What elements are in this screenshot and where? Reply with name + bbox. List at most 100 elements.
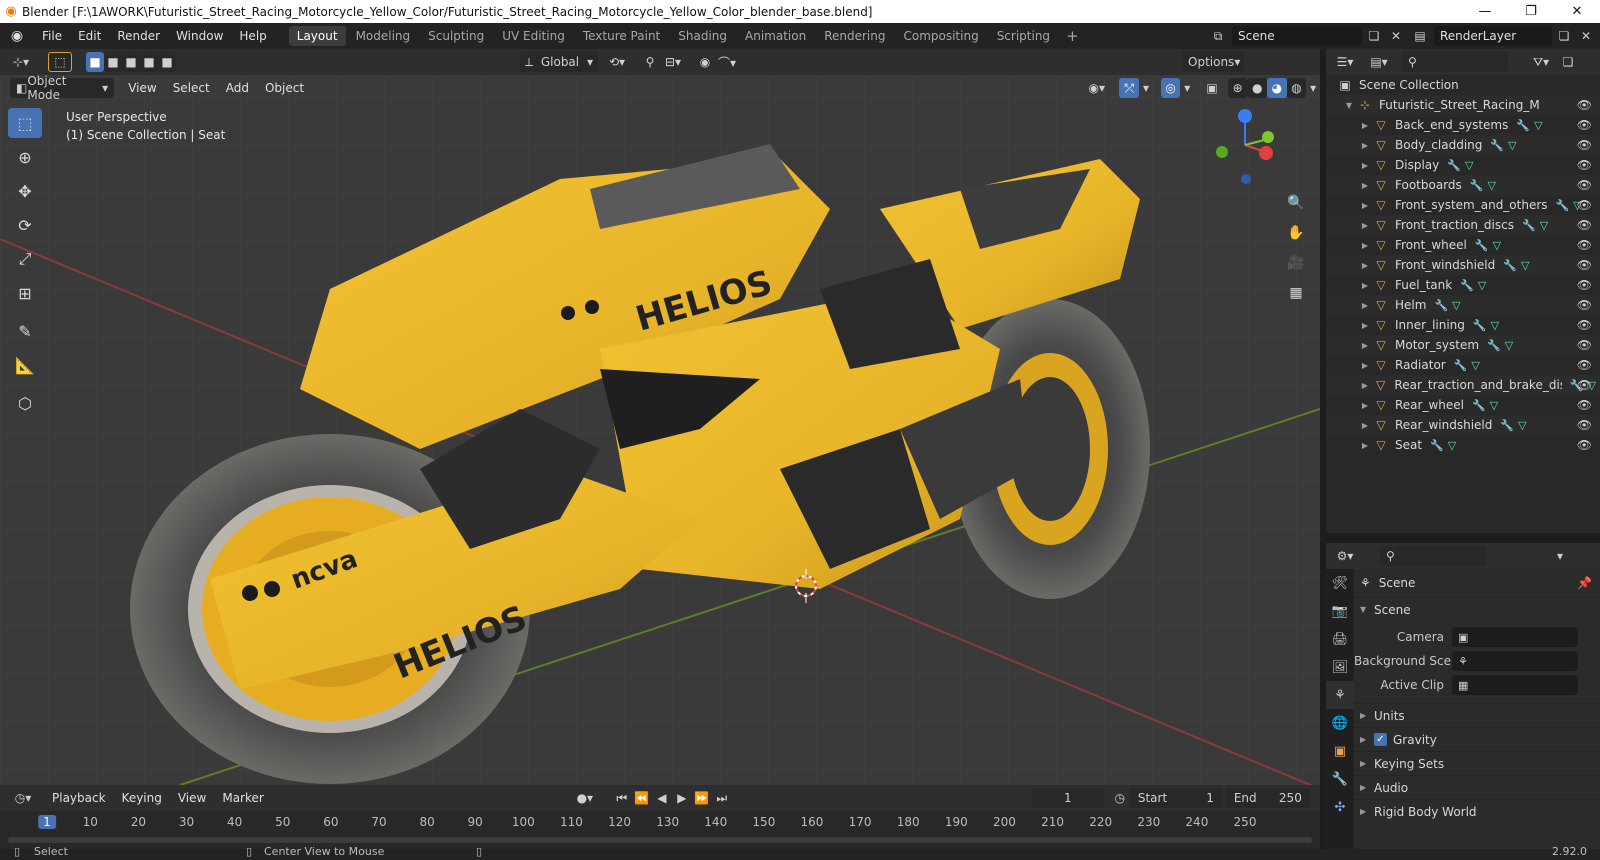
snap-target-icon[interactable]: ⊟▾ xyxy=(662,52,684,72)
cursor-tool-icon[interactable]: ⊕ xyxy=(8,142,42,172)
shading-material-icon[interactable]: ◕ xyxy=(1267,78,1287,98)
outliner-object-row[interactable]: ▶ ▽ Fuel_tank 🔧▽ 👁 xyxy=(1326,275,1600,295)
modifier-tab-icon[interactable]: 🔧 xyxy=(1326,765,1354,793)
modifier-icon[interactable]: 🔧▽ xyxy=(1522,219,1552,232)
tab-rendering[interactable]: Rendering xyxy=(816,26,893,46)
modifier-icon[interactable]: 🔧▽ xyxy=(1503,259,1533,272)
collapsed-arrow-icon[interactable]: ▶ xyxy=(1360,161,1370,170)
mode-dropdown[interactable]: ◧ Object Mode ▾ xyxy=(10,74,115,102)
transform-tool-icon[interactable]: ⊞ xyxy=(8,278,42,308)
shading-rendered-icon[interactable]: ◍ xyxy=(1286,78,1307,98)
visibility-eye-icon[interactable]: 👁 xyxy=(1577,338,1592,352)
view-layer-tab-icon[interactable]: 🖼 xyxy=(1326,653,1354,681)
expand-arrow-icon[interactable]: ▼ xyxy=(1344,101,1354,110)
remove-scene-icon[interactable]: ✕ xyxy=(1386,26,1406,46)
gizmo-toggle-icon[interactable]: ⤱ xyxy=(1119,78,1140,98)
view-layer-field[interactable]: RenderLayer xyxy=(1434,26,1552,46)
keying-sets-panel[interactable]: ▶ Keying Sets xyxy=(1354,751,1600,775)
current-frame-marker[interactable]: 1 xyxy=(38,815,56,829)
collapsed-arrow-icon[interactable]: ▶ xyxy=(1360,141,1370,150)
scale-tool-icon[interactable]: ⤢ xyxy=(8,244,42,274)
select-box-tool-icon[interactable]: ⬚ xyxy=(8,108,42,138)
menu-edit[interactable]: Edit xyxy=(70,23,109,49)
properties-editor-type-icon[interactable]: ⚙▾ xyxy=(1330,546,1360,566)
visibility-eye-icon[interactable]: 👁 xyxy=(1577,438,1592,452)
menu-window[interactable]: Window xyxy=(168,23,231,49)
modifier-icon[interactable]: 🔧▽ xyxy=(1434,299,1464,312)
tab-sculpting[interactable]: Sculpting xyxy=(420,26,492,46)
jump-keyframe-forward-icon[interactable]: ⏩ xyxy=(692,788,712,808)
new-scene-icon[interactable]: ❏ xyxy=(1364,26,1384,46)
select-tool-icon[interactable]: ⬚ xyxy=(48,52,72,72)
mesh-data-icon[interactable]: ▽ xyxy=(1465,159,1477,172)
rigid-body-world-panel[interactable]: ▶ Rigid Body World xyxy=(1354,799,1600,823)
mesh-data-icon[interactable]: ▽ xyxy=(1518,419,1530,432)
mesh-data-icon[interactable]: ▽ xyxy=(1493,239,1505,252)
mesh-data-icon[interactable]: ▽ xyxy=(1491,319,1503,332)
outliner-object-row[interactable]: ▶ ▽ Motor_system 🔧▽ 👁 xyxy=(1326,335,1600,355)
object-tab-icon[interactable]: ▣ xyxy=(1326,737,1354,765)
visibility-eye-icon[interactable]: 👁 xyxy=(1577,158,1592,172)
visibility-eye-icon[interactable]: 👁 xyxy=(1577,418,1592,432)
gravity-checkbox[interactable]: ✓ xyxy=(1374,733,1387,746)
pivot-point-icon[interactable]: ⟲▾ xyxy=(604,52,630,72)
pin-icon[interactable]: 📌 xyxy=(1577,576,1592,590)
menu-render[interactable]: Render xyxy=(109,23,168,49)
collection-row[interactable]: ▼ ⊹ Futuristic_Street_Racing_Motorcy 👁 xyxy=(1326,95,1600,115)
timeline-menu-marker[interactable]: Marker xyxy=(214,785,271,811)
collapsed-arrow-icon[interactable]: ▶ xyxy=(1360,201,1370,210)
scene-name-field[interactable]: Scene xyxy=(1232,26,1362,46)
mesh-data-icon[interactable]: ▽ xyxy=(1540,219,1552,232)
timeline-menu-keying[interactable]: Keying xyxy=(114,785,170,811)
outliner-editor-type-icon[interactable]: ☰▾ xyxy=(1330,52,1360,72)
jump-to-start-icon[interactable]: ⏮ xyxy=(612,788,632,808)
visibility-eye-icon[interactable]: 👁 xyxy=(1577,98,1592,112)
maximize-button[interactable]: ❐ xyxy=(1508,0,1554,23)
collapsed-arrow-icon[interactable]: ▶ xyxy=(1360,221,1370,230)
move-tool-icon[interactable]: ✥ xyxy=(8,176,42,206)
shading-solid-icon[interactable]: ● xyxy=(1247,78,1268,98)
collapsed-arrow-icon[interactable]: ▶ xyxy=(1360,301,1370,310)
collapsed-arrow-icon[interactable]: ▶ xyxy=(1360,121,1370,130)
shading-wireframe-icon[interactable]: ⊕ xyxy=(1227,78,1248,98)
render-tab-icon[interactable]: 📷 xyxy=(1326,597,1354,625)
outliner-object-row[interactable]: ▶ ▽ Front_system_and_others 🔧▽ 👁 xyxy=(1326,195,1600,215)
collapsed-arrow-icon[interactable]: ▶ xyxy=(1360,401,1370,410)
outliner-object-row[interactable]: ▶ ▽ Front_traction_discs 🔧▽ 👁 xyxy=(1326,215,1600,235)
visibility-eye-icon[interactable]: 👁 xyxy=(1577,138,1592,152)
gizmo-dropdown-icon[interactable]: ▾ xyxy=(1139,78,1153,98)
visibility-eye-icon[interactable]: 👁 xyxy=(1577,378,1592,392)
minimize-button[interactable]: — xyxy=(1462,0,1508,23)
outliner-object-row[interactable]: ▶ ▽ Display 🔧▽ 👁 xyxy=(1326,155,1600,175)
proportional-edit-icon[interactable]: ◉ xyxy=(694,52,716,72)
add-cube-tool-icon[interactable]: ⬡ xyxy=(8,388,42,418)
menu-file[interactable]: File xyxy=(34,23,70,49)
mesh-data-icon[interactable]: ▽ xyxy=(1448,439,1460,452)
gravity-panel[interactable]: ▶ ✓ Gravity xyxy=(1354,727,1600,751)
rotate-tool-icon[interactable]: ⟳ xyxy=(8,210,42,240)
scene-selector-icon[interactable]: ⧉ xyxy=(1208,26,1228,46)
timeline-menu-playback[interactable]: Playback xyxy=(44,785,114,811)
visibility-eye-icon[interactable]: 👁 xyxy=(1577,238,1592,252)
output-tab-icon[interactable]: 🖨 xyxy=(1326,625,1354,653)
timeline-ruler[interactable]: 1 10 20 30 40 50 60 70 80 90 100 110 120 130 140 150 160… xyxy=(0,811,1320,849)
collapsed-arrow-icon[interactable]: ▶ xyxy=(1360,281,1370,290)
scene-collection-row[interactable]: ▣ Scene Collection xyxy=(1326,75,1600,95)
modifier-icon[interactable]: 🔧▽ xyxy=(1430,439,1460,452)
visibility-eye-icon[interactable]: 👁 xyxy=(1577,198,1592,212)
viewport-menu-select[interactable]: Select xyxy=(165,75,218,101)
outliner-object-row[interactable]: ▶ ▽ Rear_wheel 🔧▽ 👁 xyxy=(1326,395,1600,415)
mesh-data-icon[interactable]: ▽ xyxy=(1487,179,1499,192)
viewport-menu-add[interactable]: Add xyxy=(218,75,257,101)
snap-toggle-icon[interactable]: ⚲ xyxy=(638,52,662,72)
close-button[interactable]: ✕ xyxy=(1554,0,1600,23)
visibility-eye-icon[interactable]: 👁 xyxy=(1577,298,1592,312)
collapsed-arrow-icon[interactable]: ▶ xyxy=(1360,241,1370,250)
timeline-editor-type-icon[interactable]: ◷▾ xyxy=(8,788,38,808)
overlay-toggle-icon[interactable]: ◎ xyxy=(1160,78,1181,98)
modifier-icon[interactable]: 🔧▽ xyxy=(1473,319,1503,332)
display-mode-icon[interactable]: ▤▾ xyxy=(1364,52,1394,72)
tab-layout[interactable]: Layout xyxy=(288,26,346,46)
collapsed-arrow-icon[interactable]: ▶ xyxy=(1360,381,1370,390)
modifier-icon[interactable]: 🔧▽ xyxy=(1460,279,1490,292)
